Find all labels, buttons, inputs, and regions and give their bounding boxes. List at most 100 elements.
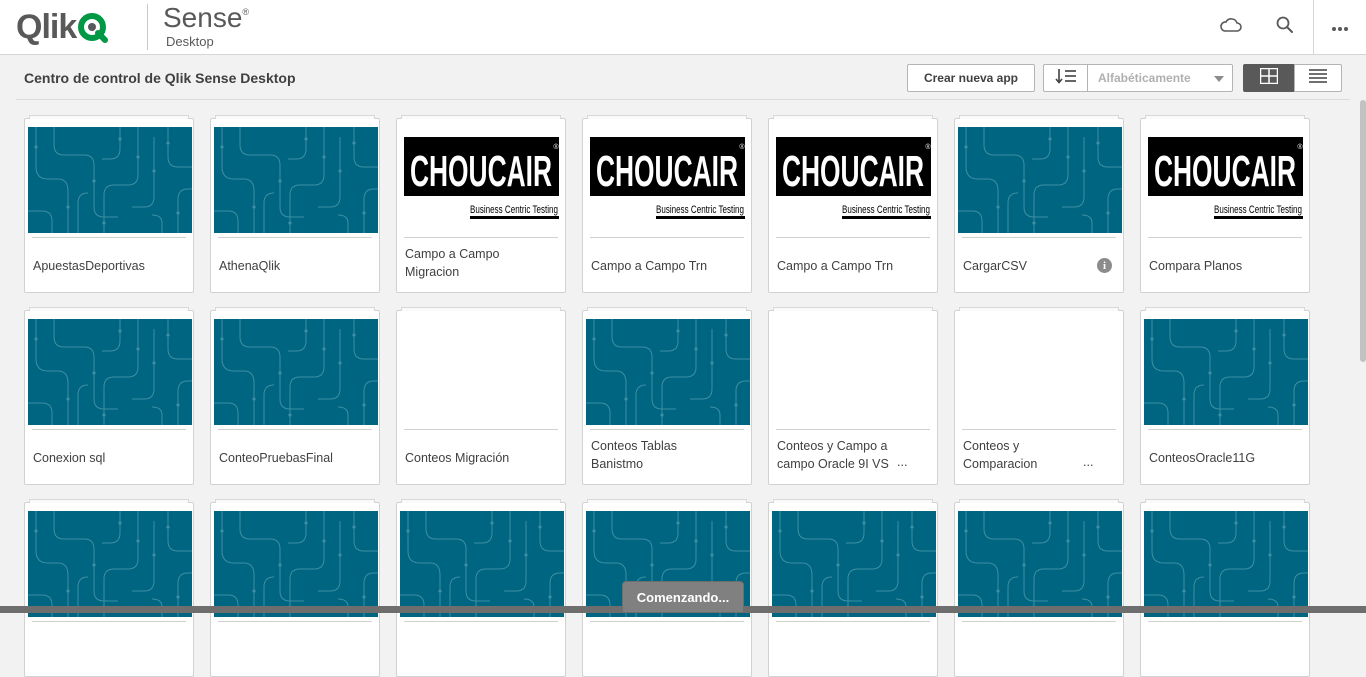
- logo-sense: Sense®: [163, 2, 249, 34]
- choucair-wordmark: CHOUCAIR: [782, 147, 924, 196]
- app-name: Compara Planos: [1149, 259, 1243, 273]
- logo-desktop: Desktop: [166, 34, 214, 49]
- card-divider: [1148, 429, 1302, 430]
- top-bar: Qlik Sense® Desktop: [0, 0, 1366, 55]
- card-divider: [962, 237, 1116, 238]
- app-name: Conexion sql: [33, 451, 106, 465]
- card-divider: [218, 429, 372, 430]
- card-divider: [1148, 237, 1302, 238]
- app-thumbnail: [28, 127, 192, 233]
- app-name: Campo a Campo Trn: [777, 259, 894, 273]
- app-thumbnail: [400, 319, 564, 425]
- app-card[interactable]: CHOUCAIR ® Business Centric Testing Compara…: [1140, 115, 1310, 293]
- app-card[interactable]: [954, 499, 1124, 677]
- app-thumbnail: [400, 511, 564, 617]
- app-name-ellipsis: ...: [897, 455, 908, 469]
- sort-order-button[interactable]: [1043, 64, 1087, 92]
- choucair-registered-mark: ®: [553, 143, 559, 151]
- app-name: Conteos Tablas Banistmo: [591, 439, 677, 471]
- app-name: ConteoPruebasFinal: [219, 451, 333, 465]
- search-button[interactable]: [1258, 0, 1311, 55]
- list-icon: [1309, 68, 1327, 88]
- app-card[interactable]: CargarCSV i: [954, 115, 1124, 293]
- choucair-wordmark: CHOUCAIR: [596, 147, 738, 196]
- app-card[interactable]: Conteos Tablas Banistmo: [582, 307, 752, 485]
- app-thumbnail: [772, 511, 936, 617]
- card-divider: [776, 621, 930, 622]
- app-card[interactable]: [396, 499, 566, 677]
- sense-text: Sense: [163, 2, 243, 33]
- app-thumbnail: [958, 319, 1122, 425]
- card-divider: [590, 237, 744, 238]
- app-card[interactable]: ConteosOracle11G: [1140, 307, 1310, 485]
- cloud-button[interactable]: [1204, 0, 1257, 55]
- choucair-wordmark: CHOUCAIR: [410, 147, 552, 196]
- logo-separator: [147, 4, 148, 50]
- app-card[interactable]: CHOUCAIR ® Business Centric Testing Campo a…: [396, 115, 566, 293]
- app-card[interactable]: ApuestasDeportivas: [24, 115, 194, 293]
- card-divider: [218, 621, 372, 622]
- app-name: CargarCSV: [963, 259, 1027, 273]
- hub-toolbar: Centro de control de Qlik Sense Desktop …: [16, 56, 1350, 100]
- app-name: Campo a Campo Trn: [591, 259, 708, 273]
- app-card[interactable]: [210, 499, 380, 677]
- card-divider: [404, 429, 558, 430]
- choucair-registered-mark: ®: [739, 143, 745, 151]
- card-divider: [404, 621, 558, 622]
- app-card[interactable]: Conteos y Comparacion...: [954, 307, 1124, 485]
- app-thumbnail: [214, 319, 378, 425]
- search-icon: [1276, 16, 1294, 39]
- app-card[interactable]: Conexion sql: [24, 307, 194, 485]
- choucair-tagline: Business Centric Testing: [1214, 204, 1302, 216]
- app-card[interactable]: CHOUCAIR ® Business Centric Testing Campo a…: [582, 115, 752, 293]
- grid-icon: [1259, 67, 1278, 89]
- qlik-q-icon: [77, 12, 109, 44]
- app-card[interactable]: [1140, 499, 1310, 677]
- app-card[interactable]: [24, 499, 194, 677]
- app-card[interactable]: AthenaQlik: [210, 115, 380, 293]
- app-thumbnail: [28, 319, 192, 425]
- sort-dropdown[interactable]: Alfabéticamente: [1087, 64, 1233, 92]
- choucair-tagline: Business Centric Testing: [656, 204, 744, 216]
- app-thumbnail: [958, 127, 1122, 233]
- app-card[interactable]: Conteos Migración: [396, 307, 566, 485]
- app-name: AthenaQlik: [219, 259, 281, 273]
- app-card[interactable]: ConteoPruebasFinal: [210, 307, 380, 485]
- card-divider: [962, 621, 1116, 622]
- info-icon[interactable]: i: [1097, 258, 1112, 273]
- app-name: Campo a Campo Migracion: [405, 247, 500, 279]
- app-thumbnail: CHOUCAIR ® Business Centric Testing: [772, 127, 936, 233]
- app-thumbnail: [28, 511, 192, 617]
- app-name: ApuestasDeportivas: [33, 259, 145, 273]
- app-thumbnail: [214, 127, 378, 233]
- choucair-tagline: Business Centric Testing: [842, 204, 930, 216]
- card-divider: [32, 429, 186, 430]
- app-thumbnail: [1144, 319, 1308, 425]
- app-name: Conteos y Comparacion: [963, 439, 1038, 471]
- grid-view-toggle[interactable]: [1243, 64, 1294, 92]
- scrollbar-thumb[interactable]: [1360, 100, 1366, 362]
- sort-dropdown-value: Alfabéticamente: [1098, 71, 1191, 85]
- list-view-toggle[interactable]: [1294, 64, 1342, 92]
- app-thumbnail: [772, 319, 936, 425]
- card-divider: [32, 237, 186, 238]
- card-divider: [590, 621, 744, 622]
- more-button[interactable]: [1313, 0, 1366, 55]
- card-divider: [1148, 621, 1302, 622]
- app-name: Conteos y Campo a campo Oracle 9I VS: [777, 439, 889, 471]
- choucair-registered-mark: ®: [1297, 143, 1303, 151]
- app-card[interactable]: [768, 499, 938, 677]
- choucair-tagline: Business Centric Testing: [470, 204, 558, 216]
- app-card[interactable]: Conteos y Campo a campo Oracle 9I VS...: [768, 307, 938, 485]
- choucair-registered-mark: ®: [925, 143, 931, 151]
- app-name-ellipsis: ...: [1083, 455, 1094, 469]
- app-card[interactable]: CHOUCAIR ® Business Centric Testing Campo a…: [768, 115, 938, 293]
- create-new-app-button[interactable]: Crear nueva app: [907, 64, 1035, 92]
- app-name: Conteos Migración: [405, 451, 510, 465]
- more-icon: [1331, 19, 1349, 37]
- qlik-logo: Qlik: [16, 6, 109, 48]
- sort-icon: [1054, 68, 1077, 89]
- app-thumbnail: [958, 511, 1122, 617]
- card-divider: [776, 237, 930, 238]
- app-name: ConteosOracle11G: [1149, 451, 1256, 465]
